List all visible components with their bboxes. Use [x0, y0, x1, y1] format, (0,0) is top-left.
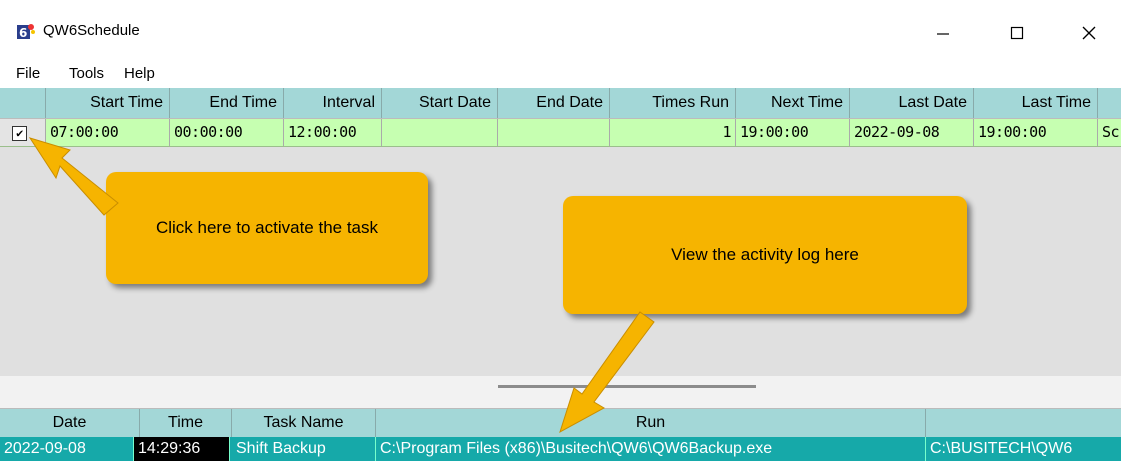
cell-next-time[interactable]: 19:00:00: [736, 119, 850, 146]
cell-start-date[interactable]: [382, 119, 498, 146]
log-col-date[interactable]: Date: [0, 409, 140, 437]
log-cell-date[interactable]: 2022-09-08: [0, 437, 134, 461]
log-col-extra[interactable]: [926, 409, 1121, 437]
cell-times-run[interactable]: 1: [610, 119, 736, 146]
app-icon: 6: [17, 24, 35, 40]
maximize-button[interactable]: [994, 18, 1040, 48]
row-selector-header: [0, 88, 46, 118]
col-start-date[interactable]: Start Date: [382, 88, 498, 118]
window-title: QW6Schedule: [43, 22, 140, 39]
col-next-time[interactable]: Next Time: [736, 88, 850, 118]
col-last-time[interactable]: Last Time: [974, 88, 1098, 118]
minimize-button[interactable]: [920, 18, 966, 48]
callout-activate-text: Click here to activate the task: [155, 218, 379, 237]
row-selector[interactable]: ✔: [0, 119, 46, 146]
col-end-time[interactable]: End Time: [170, 88, 284, 118]
col-end-date[interactable]: End Date: [498, 88, 610, 118]
log-cell-time[interactable]: 14:29:36: [134, 437, 230, 461]
cell-start-time[interactable]: 07:00:00: [46, 119, 170, 146]
col-interval[interactable]: Interval: [284, 88, 382, 118]
menu-bar: File Tools Help: [0, 62, 1121, 86]
callout-log-text: View the activity log here: [671, 245, 859, 264]
cell-interval[interactable]: 12:00:00: [284, 119, 382, 146]
col-last-date[interactable]: Last Date: [850, 88, 974, 118]
log-cell-run[interactable]: C:\Program Files (x86)\Busitech\QW6\QW6B…: [376, 437, 926, 461]
col-start-time[interactable]: Start Time: [46, 88, 170, 118]
log-cell-task-name[interactable]: Shift Backup: [232, 437, 376, 461]
splitter-area: [0, 376, 1121, 408]
cell-end-date[interactable]: [498, 119, 610, 146]
col-times-run[interactable]: Times Run: [610, 88, 736, 118]
menu-file[interactable]: File: [16, 65, 40, 82]
title-bar: 6 QW6Schedule: [0, 0, 1121, 62]
cell-overflow[interactable]: Sc: [1098, 119, 1121, 146]
col-overflow[interactable]: [1098, 88, 1121, 118]
cell-end-time[interactable]: 00:00:00: [170, 119, 284, 146]
cell-last-time[interactable]: 19:00:00: [974, 119, 1098, 146]
svg-text:6: 6: [19, 26, 27, 40]
menu-tools[interactable]: Tools: [69, 65, 104, 82]
menu-help[interactable]: Help: [124, 65, 155, 82]
log-cell-extra[interactable]: C:\BUSITECH\QW6: [926, 437, 1121, 461]
activate-checkbox[interactable]: ✔: [12, 126, 27, 141]
close-button[interactable]: [1066, 18, 1112, 48]
splitter-handle[interactable]: [498, 385, 756, 388]
cell-last-date[interactable]: 2022-09-08: [850, 119, 974, 146]
log-col-time[interactable]: Time: [140, 409, 232, 437]
log-header: Date Time Task Name Run: [0, 408, 1121, 437]
callout-activate: Click here to activate the task: [106, 172, 428, 284]
close-icon: [1082, 26, 1096, 40]
log-col-run[interactable]: Run: [376, 409, 926, 437]
minimize-icon: [937, 33, 949, 35]
log-col-task-name[interactable]: Task Name: [232, 409, 376, 437]
task-row[interactable]: ✔ 07:00:00 00:00:00 12:00:00 1 19:00:00 …: [0, 119, 1121, 147]
maximize-icon: [1010, 26, 1024, 40]
schedule-grid-header: Start Time End Time Interval Start Date …: [0, 88, 1121, 119]
callout-log: View the activity log here: [563, 196, 967, 314]
log-row[interactable]: 2022-09-08 14:29:36 Shift Backup C:\Prog…: [0, 437, 1121, 461]
